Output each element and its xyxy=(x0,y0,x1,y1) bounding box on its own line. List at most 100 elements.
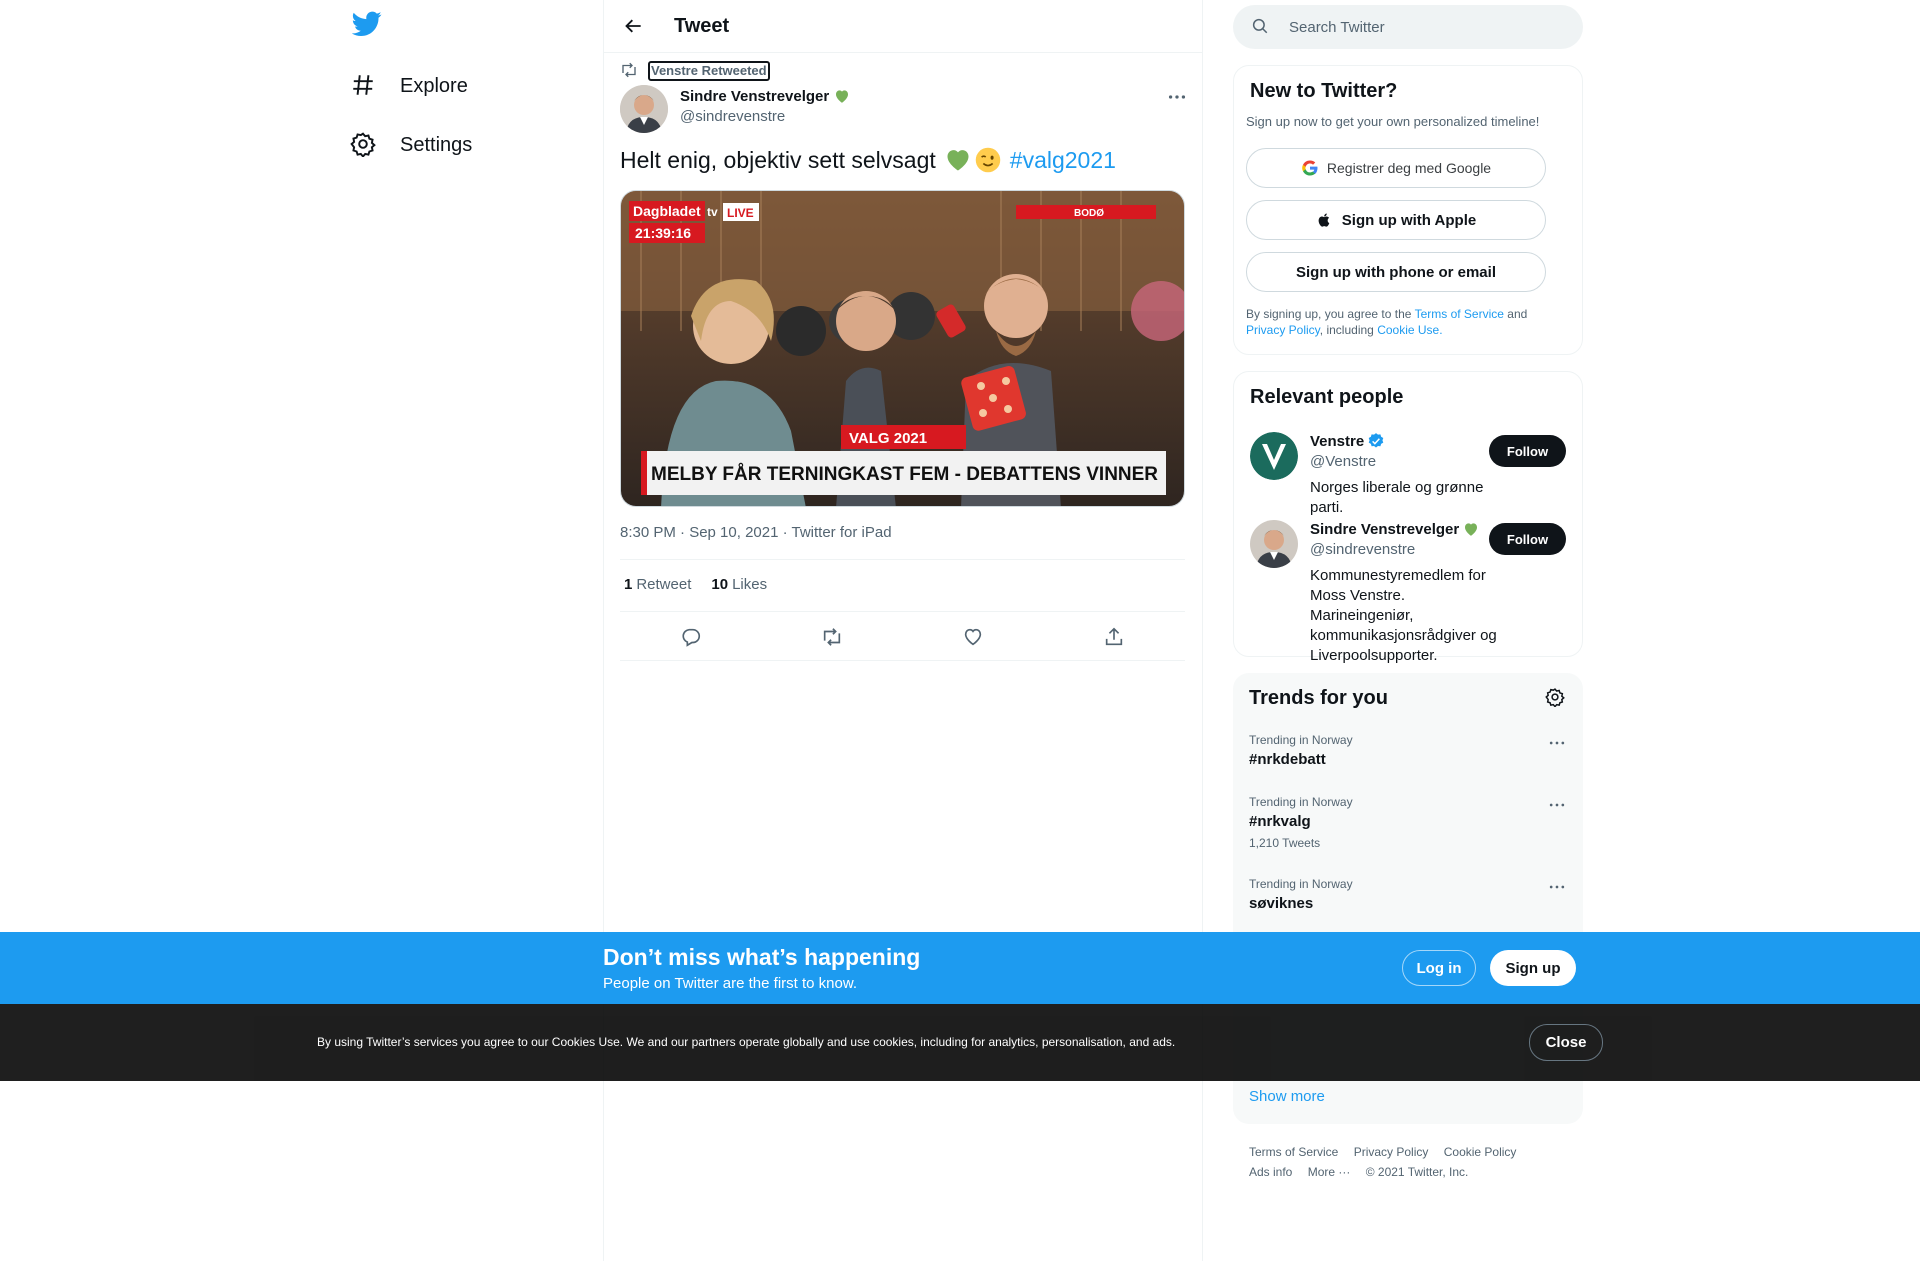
follow-button[interactable]: Follow xyxy=(1489,435,1566,467)
footer-more-link[interactable]: More ··· xyxy=(1308,1165,1351,1179)
tweet-header: Tweet xyxy=(604,0,1202,53)
trends-title: Trends for you xyxy=(1249,687,1388,709)
search-input[interactable]: Search Twitter xyxy=(1289,19,1385,36)
show-more-link[interactable]: Show more xyxy=(1249,1088,1325,1105)
like-count[interactable]: 10 xyxy=(711,576,728,593)
cookie-consent-bar: By using Twitter’s services you agree to… xyxy=(0,1004,1920,1081)
footer-ads-link[interactable]: Ads info xyxy=(1249,1165,1292,1179)
search-icon xyxy=(1251,17,1271,37)
author-avatar[interactable] xyxy=(620,85,668,133)
nav-explore[interactable]: Explore xyxy=(350,62,468,110)
tweet-media-image[interactable]: Dagbladet tv LIVE 21:39:16 BODØ VALG 202… xyxy=(620,190,1185,507)
google-signup-label: Registrer deg med Google xyxy=(1326,160,1492,176)
login-button[interactable]: Log in xyxy=(1402,950,1476,986)
media-caption: MELBY FÅR TERNINGKAST FEM - DEBATTENS VI… xyxy=(651,464,1158,485)
privacy-link[interactable]: Privacy Policy xyxy=(1246,323,1320,337)
login-banner: Don’t miss what’s happening People on Tw… xyxy=(0,932,1920,1004)
trend-item[interactable]: Trending in Norway #nrkvalg 1,210 Tweets xyxy=(1249,795,1567,850)
retweet-context[interactable]: Venstre Retweeted xyxy=(620,61,770,81)
signup-card-subtitle: Sign up now to get your own personalized… xyxy=(1246,114,1540,129)
media-live: LIVE xyxy=(727,206,754,220)
person-handle[interactable]: @Venstre xyxy=(1310,453,1510,470)
person-info-venstre: Venstre @Venstre Norges liberale og grøn… xyxy=(1310,432,1510,518)
legal-and: and xyxy=(1507,307,1528,321)
trend-count: 1,210 Tweets xyxy=(1249,836,1321,850)
trend-context: Trending in Norway xyxy=(1249,877,1353,891)
sindre-avatar[interactable] xyxy=(1250,520,1298,568)
gear-icon[interactable] xyxy=(1545,687,1567,709)
hashtag-icon xyxy=(350,72,378,100)
trend-item[interactable]: Trending in Norway søviknes xyxy=(1249,877,1567,912)
media-brand: Dagbladet xyxy=(633,203,701,219)
banner-subtitle: People on Twitter are the first to know. xyxy=(603,975,858,992)
legal-including: , including xyxy=(1319,323,1374,337)
retweeted-by-label[interactable]: Venstre Retweeted xyxy=(648,61,770,81)
like-label[interactable]: Likes xyxy=(732,576,767,593)
person-handle[interactable]: @sindrevenstre xyxy=(1310,541,1510,558)
verified-badge-icon xyxy=(1367,432,1385,450)
person-name-row[interactable]: Venstre xyxy=(1310,432,1510,450)
signup-card: New to Twitter? Sign up now to get your … xyxy=(1233,65,1583,355)
search-bar[interactable]: Search Twitter xyxy=(1233,5,1583,49)
trend-name[interactable]: #nrkdebatt xyxy=(1249,751,1567,768)
tweet-actions xyxy=(620,618,1185,656)
divider xyxy=(620,559,1185,560)
nav-settings[interactable]: Settings xyxy=(350,121,472,169)
like-icon[interactable] xyxy=(962,626,984,648)
green-heart-icon xyxy=(833,87,851,105)
signup-card-title: New to Twitter? xyxy=(1250,80,1398,102)
more-icon[interactable] xyxy=(1547,877,1567,897)
venstre-avatar[interactable] xyxy=(1250,432,1298,480)
more-icon[interactable] xyxy=(1166,86,1188,108)
green-heart-icon xyxy=(944,146,972,174)
back-arrow-icon[interactable] xyxy=(616,8,652,44)
share-icon[interactable] xyxy=(1103,626,1125,648)
phone-signup-button[interactable]: Sign up with phone or email xyxy=(1246,252,1546,292)
hashtag-link[interactable]: #valg2021 xyxy=(1010,147,1116,174)
follow-button[interactable]: Follow xyxy=(1489,523,1566,555)
footer-privacy-link[interactable]: Privacy Policy xyxy=(1354,1145,1429,1159)
retweet-count[interactable]: 1 xyxy=(624,576,632,593)
google-signup-button[interactable]: Registrer deg med Google xyxy=(1246,148,1546,188)
tweet-timestamp[interactable]: 8:30 PM · Sep 10, 2021 · Twitter for iPa… xyxy=(620,524,892,541)
cookie-consent-text: By using Twitter’s services you agree to… xyxy=(317,1035,1176,1049)
trend-context: Trending in Norway xyxy=(1249,795,1353,809)
nav-explore-label: Explore xyxy=(400,74,468,97)
person-name-row[interactable]: Sindre Venstrevelger xyxy=(1310,520,1510,538)
legal-prefix: By signing up, you agree to the xyxy=(1246,307,1412,321)
page-title: Tweet xyxy=(674,14,730,37)
phone-signup-label: Sign up with phone or email xyxy=(1295,263,1496,281)
signup-legal-text: By signing up, you agree to the Terms of… xyxy=(1246,306,1566,338)
tweet-stats: 1 Retweet 10 Likes xyxy=(624,576,787,593)
google-icon xyxy=(1301,159,1319,177)
signup-button[interactable]: Sign up xyxy=(1490,950,1576,986)
tweet-text: Helt enig, objektiv sett selvsagt #valg2… xyxy=(620,146,1116,174)
trend-name[interactable]: søviknes xyxy=(1249,895,1567,912)
author-name[interactable]: Sindre Venstrevelger xyxy=(680,88,829,105)
retweet-label[interactable]: Retweet xyxy=(636,576,691,593)
person-name[interactable]: Venstre xyxy=(1310,433,1364,450)
author-name-row[interactable]: Sindre Venstrevelger xyxy=(680,87,851,105)
green-heart-icon xyxy=(1462,520,1480,538)
retweet-icon[interactable] xyxy=(821,626,843,648)
apple-signup-button[interactable]: Sign up with Apple xyxy=(1246,200,1546,240)
close-button[interactable]: Close xyxy=(1529,1024,1603,1061)
more-icon[interactable] xyxy=(1547,795,1567,815)
footer-cookie-link[interactable]: Cookie Policy xyxy=(1444,1145,1517,1159)
footer-terms-link[interactable]: Terms of Service xyxy=(1249,1145,1338,1159)
footer-links: Terms of Service Privacy Policy Cookie P… xyxy=(1249,1142,1569,1182)
relevant-people-title: Relevant people xyxy=(1250,386,1404,408)
person-name[interactable]: Sindre Venstrevelger xyxy=(1310,521,1459,538)
author-handle[interactable]: @sindrevenstre xyxy=(680,108,851,125)
trend-name[interactable]: #nrkvalg xyxy=(1249,813,1567,830)
terms-link[interactable]: Terms of Service xyxy=(1415,307,1504,321)
twitter-logo-icon[interactable] xyxy=(352,11,384,43)
cookie-use-link[interactable]: Cookie Use. xyxy=(1377,323,1442,337)
more-icon[interactable] xyxy=(1547,733,1567,753)
person-bio: Norges liberale og grønne parti. xyxy=(1310,479,1484,516)
tweet-body: Helt enig, objektiv sett selvsagt xyxy=(620,146,936,173)
reply-icon[interactable] xyxy=(680,626,702,648)
trend-item[interactable]: Trending in Norway #nrkdebatt xyxy=(1249,733,1567,768)
retweet-icon xyxy=(620,61,640,81)
media-clock: 21:39:16 xyxy=(635,225,691,241)
